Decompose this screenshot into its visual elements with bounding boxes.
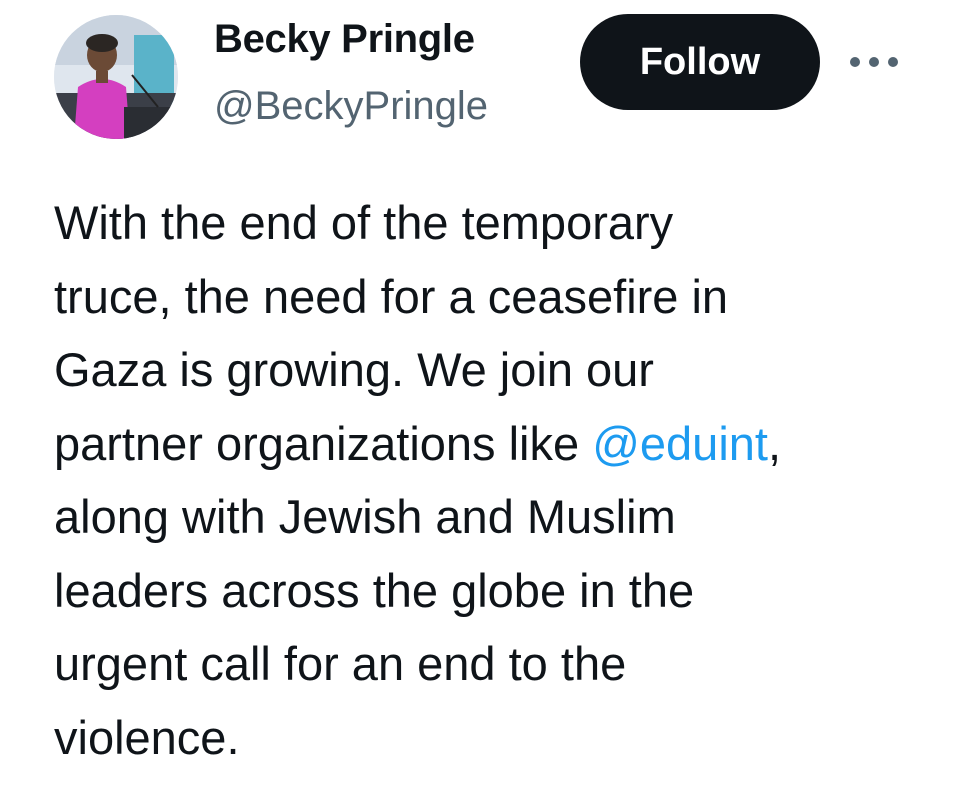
more-dot <box>888 57 898 67</box>
tweet-line: leaders across the globe in the <box>54 563 695 617</box>
tweet-line: violence. <box>54 710 240 764</box>
tweet-line: Gaza is growing. We join our <box>54 343 654 396</box>
more-dot <box>869 57 879 67</box>
mention-suffix: , <box>767 416 782 470</box>
mention-link[interactable]: @eduint <box>592 417 768 470</box>
avatar[interactable] <box>54 15 178 139</box>
more-horizontal-icon[interactable] <box>850 54 898 70</box>
tweet-line: With the end of the temporary <box>54 196 674 249</box>
tweet-line: urgent call for an end to the <box>54 637 627 690</box>
tweet-text: With the end of the temporary truce, the… <box>54 186 934 774</box>
author-display-name[interactable]: Becky Pringle <box>214 17 475 62</box>
author-handle[interactable]: @BeckyPringle <box>214 84 488 129</box>
profile-photo <box>54 15 178 139</box>
tweet-line: along with Jewish and Muslim <box>54 490 676 543</box>
more-dot <box>850 57 860 67</box>
follow-button[interactable]: Follow <box>580 14 820 110</box>
tweet-line-text: partner organizations like <box>54 416 593 470</box>
tweet-line-with-mention: partner organizations like @eduint, <box>54 407 934 481</box>
tweet-line: truce, the need for a ceasefire in <box>54 269 729 323</box>
